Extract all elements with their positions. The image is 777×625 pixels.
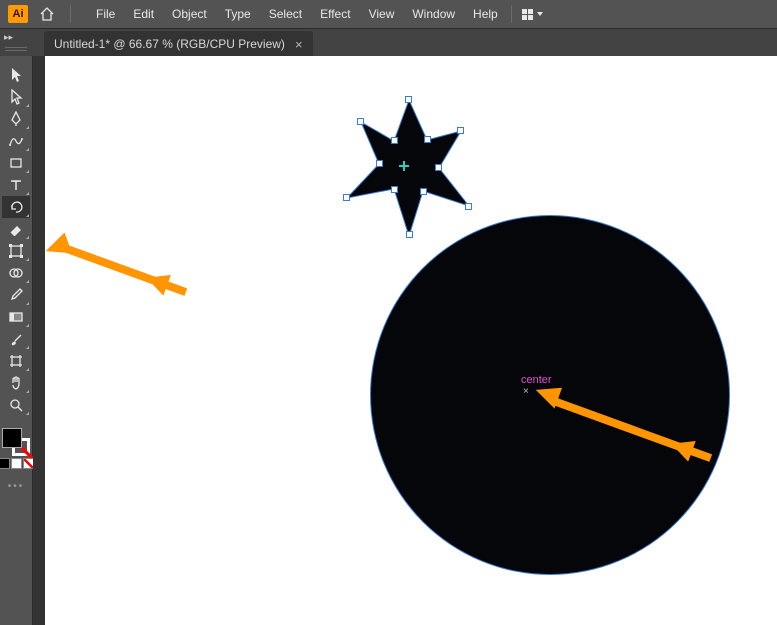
anchor-point[interactable] bbox=[405, 96, 412, 103]
separator bbox=[511, 5, 512, 23]
workspace-switcher[interactable] bbox=[516, 9, 549, 20]
artboard-tool[interactable] bbox=[2, 350, 30, 372]
panel-grip[interactable] bbox=[5, 46, 27, 52]
anchor-point[interactable] bbox=[391, 137, 398, 144]
star-object[interactable] bbox=[339, 96, 469, 236]
center-marker-icon: × bbox=[523, 386, 529, 397]
expand-panels-icon[interactable]: ▸▸ bbox=[4, 32, 13, 43]
menu-view[interactable]: View bbox=[360, 0, 404, 28]
direct-selection-tool[interactable] bbox=[2, 86, 30, 108]
document-tab[interactable]: Untitled-1* @ 66.67 % (RGB/CPU Preview) … bbox=[44, 31, 313, 57]
pen-tool[interactable] bbox=[2, 108, 30, 130]
app-logo: Ai bbox=[8, 5, 28, 23]
edit-toolbar-icon[interactable]: ••• bbox=[8, 481, 25, 492]
chevron-down-icon bbox=[537, 12, 543, 16]
menu-edit[interactable]: Edit bbox=[124, 0, 163, 28]
paintbrush-tool[interactable] bbox=[2, 328, 30, 350]
anchor-point[interactable] bbox=[457, 127, 464, 134]
color-mode-none[interactable] bbox=[23, 458, 34, 469]
eraser-tool[interactable] bbox=[2, 218, 30, 240]
type-tool[interactable] bbox=[2, 174, 30, 196]
anchor-point[interactable] bbox=[465, 203, 472, 210]
menu-select[interactable]: Select bbox=[260, 0, 311, 28]
home-icon[interactable] bbox=[36, 3, 58, 25]
zoom-tool[interactable] bbox=[2, 394, 30, 416]
selection-tool[interactable] bbox=[2, 64, 30, 86]
anchor-point[interactable] bbox=[420, 188, 427, 195]
shape-builder-tool[interactable] bbox=[2, 262, 30, 284]
rotate-tool[interactable] bbox=[2, 196, 30, 218]
menu-file[interactable]: File bbox=[87, 0, 124, 28]
hand-tool[interactable] bbox=[2, 372, 30, 394]
anchor-point[interactable] bbox=[391, 186, 398, 193]
menu-items: File Edit Object Type Select Effect View… bbox=[87, 0, 507, 28]
grid-icon bbox=[522, 9, 533, 20]
menu-object[interactable]: Object bbox=[163, 0, 216, 28]
artboard[interactable]: center × bbox=[45, 56, 777, 625]
fill-stroke-swatch[interactable] bbox=[2, 428, 30, 456]
menu-window[interactable]: Window bbox=[403, 0, 464, 28]
canvas-viewport: center × bbox=[33, 56, 777, 625]
rotate-center-icon[interactable] bbox=[399, 161, 409, 171]
fill-swatch[interactable] bbox=[2, 428, 22, 448]
menu-bar: Ai File Edit Object Type Select Effect V… bbox=[0, 0, 777, 29]
menu-effect[interactable]: Effect bbox=[311, 0, 359, 28]
gradient-tool[interactable] bbox=[2, 306, 30, 328]
document-tab-title: Untitled-1* @ 66.67 % (RGB/CPU Preview) bbox=[54, 37, 285, 51]
menu-type[interactable]: Type bbox=[216, 0, 260, 28]
anchor-point[interactable] bbox=[343, 194, 350, 201]
artwork-layer: center × bbox=[45, 56, 777, 625]
color-mode-solid[interactable] bbox=[0, 458, 10, 469]
anchor-point[interactable] bbox=[406, 231, 413, 238]
rectangle-tool[interactable] bbox=[2, 152, 30, 174]
menu-help[interactable]: Help bbox=[464, 0, 507, 28]
free-transform-tool[interactable] bbox=[2, 240, 30, 262]
curvature-tool[interactable] bbox=[2, 130, 30, 152]
eyedropper-tool[interactable] bbox=[2, 284, 30, 306]
toolbox: ••• bbox=[0, 56, 33, 625]
anchor-point[interactable] bbox=[357, 118, 364, 125]
document-tab-bar: Untitled-1* @ 66.67 % (RGB/CPU Preview) … bbox=[0, 29, 777, 57]
anchor-point[interactable] bbox=[376, 160, 383, 167]
close-icon[interactable]: × bbox=[295, 37, 303, 52]
anchor-point[interactable] bbox=[435, 164, 442, 171]
separator bbox=[70, 5, 71, 23]
anchor-point[interactable] bbox=[424, 136, 431, 143]
main-area: ••• center × bbox=[0, 56, 777, 625]
